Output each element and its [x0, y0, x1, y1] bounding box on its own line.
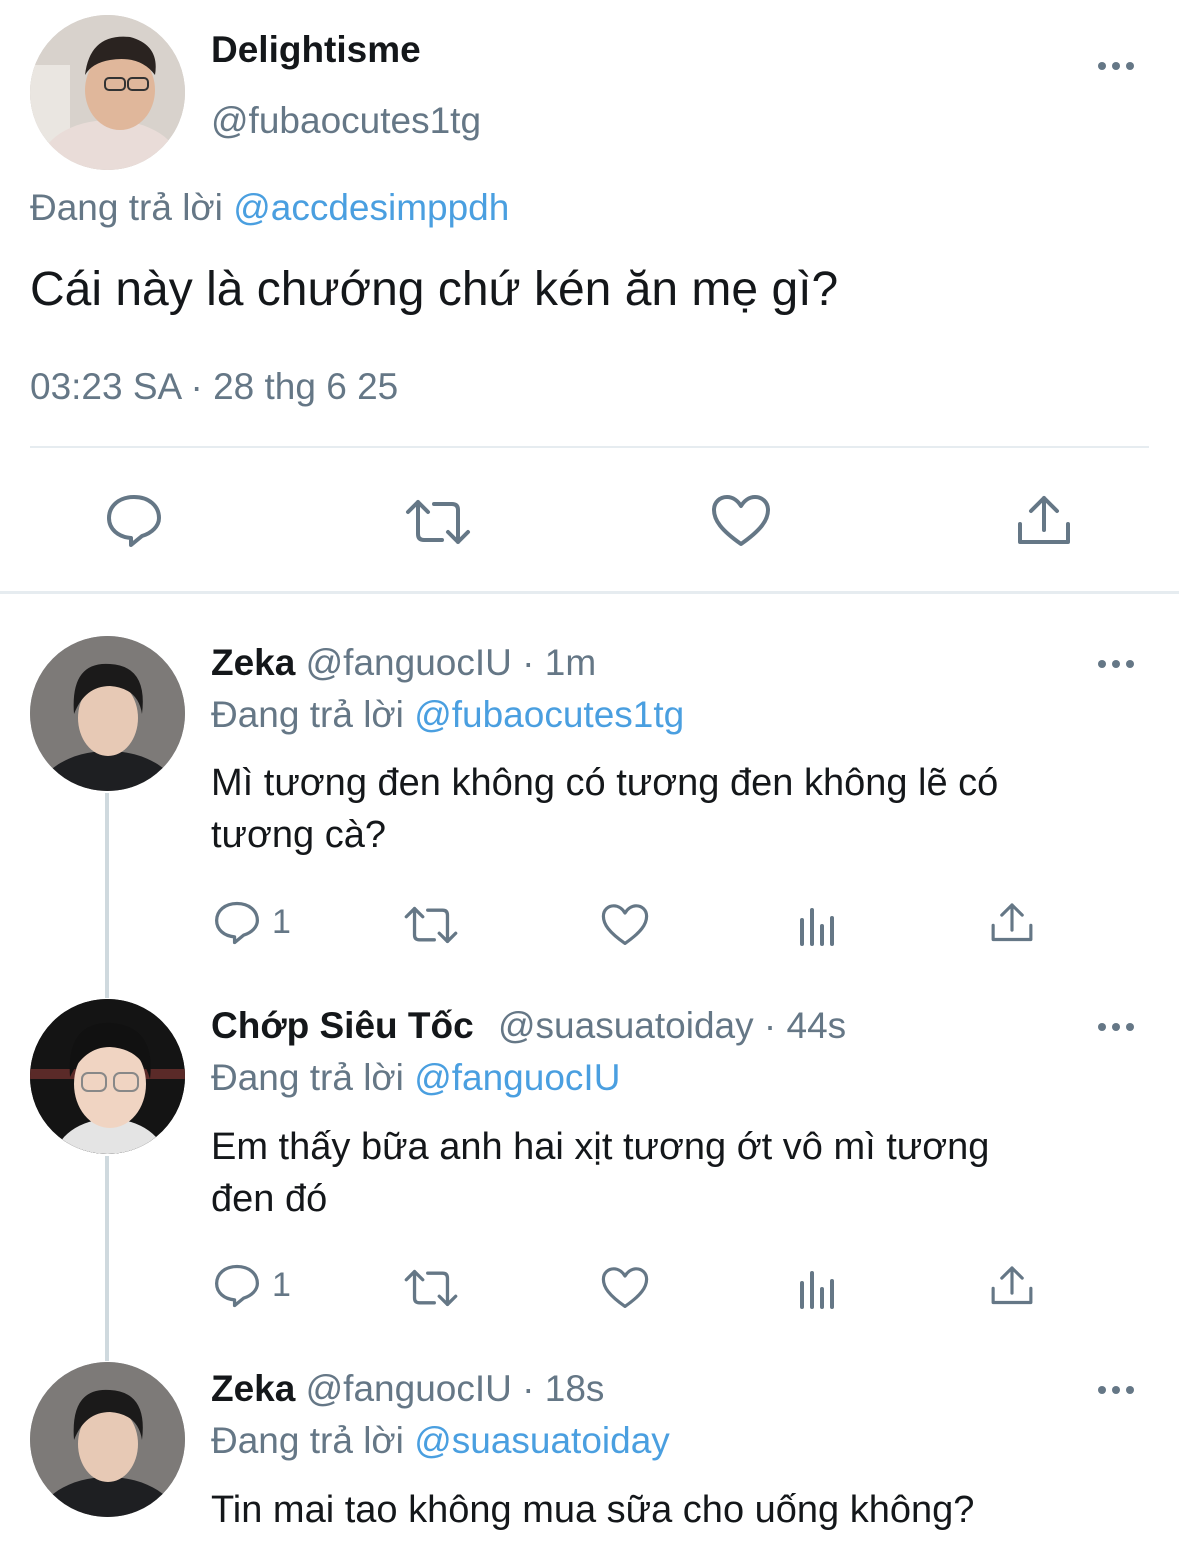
share-upload-icon[interactable] — [990, 901, 1034, 945]
avatar-chop-sieu-toc[interactable] — [30, 999, 185, 1154]
tweet-timestamp[interactable]: 03:23 SA · 28 thg 6 25 — [30, 366, 398, 408]
bar-chart-icon[interactable] — [798, 904, 838, 946]
reply-display-name[interactable]: Chớp Siêu Tốc — [211, 1005, 474, 1046]
main-handle[interactable]: @fubaocutes1tg — [211, 100, 481, 142]
bar-chart-icon[interactable] — [798, 1267, 838, 1309]
reply-handle[interactable]: @suasuatoiday — [498, 1005, 754, 1046]
heart-icon[interactable] — [601, 1266, 649, 1310]
retweet-arrows-icon[interactable] — [404, 498, 472, 546]
reply-text: Em thấy bữa anh hai xịt tương ớt vô mì t… — [211, 1126, 990, 1168]
avatar-delightisme[interactable] — [30, 15, 185, 170]
reply-text: Tin mai tao không mua sữa cho uống không… — [211, 1489, 975, 1531]
reply-display-name[interactable]: Zeka — [211, 1368, 295, 1409]
divider — [30, 446, 1149, 448]
tweet-text: Cái này là chướng chứ kén ăn mẹ gì? — [30, 263, 839, 316]
replying-prefix: Đang trả lời — [211, 694, 404, 735]
reply-text: đen đó — [211, 1178, 328, 1220]
retweet-arrows-icon[interactable] — [403, 1268, 459, 1308]
reply-header: Chớp Siêu Tốc @suasuatoiday · 44s — [211, 1005, 846, 1047]
avatar-photo — [30, 999, 185, 1154]
replying-to-link[interactable]: @accdesimppdh — [233, 187, 509, 228]
reply-header: Zeka @fanguocIU · 1m — [211, 642, 596, 684]
reply-count: 1 — [272, 903, 291, 941]
more-dots-icon[interactable] — [1098, 1017, 1138, 1037]
heart-icon[interactable] — [711, 494, 771, 548]
replying-to-link[interactable]: @fanguocIU — [414, 1057, 620, 1098]
thread-line — [105, 1156, 109, 1361]
reply-time[interactable]: · 44s — [764, 1005, 846, 1046]
reply-handle[interactable]: @fanguocIU — [306, 1368, 512, 1409]
avatar-zeka[interactable] — [30, 636, 185, 791]
reply-header: Zeka @fanguocIU · 18s — [211, 1368, 604, 1410]
avatar-zeka[interactable] — [30, 1362, 185, 1517]
section-divider — [0, 591, 1179, 594]
reply-display-name[interactable]: Zeka — [211, 642, 295, 683]
replying-to-line: Đang trả lời @suasuatoiday — [211, 1420, 670, 1462]
speech-bubble-icon[interactable] — [106, 494, 162, 548]
reply-text: tương cà? — [211, 814, 387, 856]
share-upload-icon[interactable] — [1016, 494, 1072, 548]
main-display-name[interactable]: Delightisme — [211, 29, 421, 71]
reply-text: Mì tương đen không có tương đen không lẽ… — [211, 762, 999, 804]
reply-handle[interactable]: @fanguocIU — [306, 642, 512, 683]
avatar-photo — [30, 636, 185, 791]
reply-time[interactable]: · 1m — [522, 642, 596, 683]
thread-line — [105, 793, 109, 998]
reply-time[interactable]: · 18s — [522, 1368, 604, 1409]
replying-to-line: Đang trả lời @fubaocutes1tg — [211, 694, 684, 736]
avatar-photo — [30, 15, 185, 170]
more-dots-icon[interactable] — [1098, 1380, 1138, 1400]
more-dots-icon[interactable] — [1098, 56, 1138, 76]
replying-prefix: Đang trả lời — [211, 1420, 404, 1461]
avatar-photo — [30, 1362, 185, 1517]
replying-to-link[interactable]: @fubaocutes1tg — [414, 694, 684, 735]
speech-bubble-icon[interactable] — [214, 901, 260, 945]
replying-prefix: Đang trả lời — [30, 187, 223, 228]
replying-to-line: Đang trả lời @accdesimppdh — [30, 187, 509, 229]
retweet-arrows-icon[interactable] — [403, 905, 459, 945]
speech-bubble-icon[interactable] — [214, 1264, 260, 1308]
replying-to-line: Đang trả lời @fanguocIU — [211, 1057, 620, 1099]
reply-count: 1 — [272, 1266, 291, 1304]
replying-to-link[interactable]: @suasuatoiday — [414, 1420, 670, 1461]
more-dots-icon[interactable] — [1098, 654, 1138, 674]
heart-icon[interactable] — [601, 903, 649, 947]
share-upload-icon[interactable] — [990, 1264, 1034, 1308]
replying-prefix: Đang trả lời — [211, 1057, 404, 1098]
